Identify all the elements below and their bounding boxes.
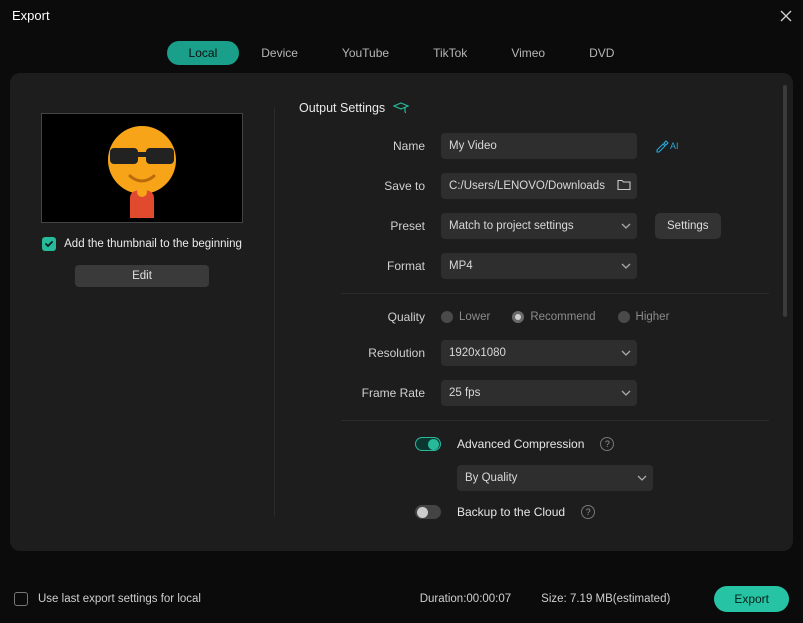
framerate-select[interactable]: 25 fps bbox=[441, 380, 637, 406]
quality-recommend-label: Recommend bbox=[530, 311, 595, 323]
quality-higher-label: Higher bbox=[636, 311, 670, 323]
advanced-compression-label: Advanced Compression bbox=[457, 437, 584, 451]
divider bbox=[341, 293, 769, 294]
preset-select[interactable]: Match to project settings bbox=[441, 213, 637, 239]
thumbnail-preview[interactable] bbox=[41, 113, 243, 223]
ai-label: AI bbox=[670, 141, 679, 151]
format-label: Format bbox=[299, 259, 441, 273]
thumbnail-checkbox-label: Add the thumbnail to the beginning bbox=[64, 238, 242, 250]
edit-thumbnail-button[interactable]: Edit bbox=[75, 265, 209, 287]
saveto-label: Save to bbox=[299, 179, 441, 193]
advanced-compression-toggle[interactable] bbox=[415, 437, 441, 451]
use-last-settings-label: Use last export settings for local bbox=[38, 593, 201, 605]
close-icon[interactable] bbox=[779, 9, 793, 23]
ai-rename-icon[interactable]: AI bbox=[655, 139, 679, 153]
folder-icon[interactable] bbox=[617, 179, 631, 194]
quality-lower-label: Lower bbox=[459, 311, 490, 323]
name-label: Name bbox=[299, 139, 441, 153]
output-settings-title: Output Settings bbox=[299, 101, 385, 115]
quality-label: Quality bbox=[299, 310, 441, 324]
tab-device[interactable]: Device bbox=[239, 41, 320, 65]
saveto-value: C:/Users/LENOVO/Downloads bbox=[449, 180, 609, 192]
chevron-down-icon bbox=[621, 387, 631, 399]
preset-settings-button[interactable]: Settings bbox=[655, 213, 721, 239]
backup-cloud-toggle[interactable] bbox=[415, 505, 441, 519]
resolution-value: 1920x1080 bbox=[449, 347, 506, 359]
format-select[interactable]: MP4 bbox=[441, 253, 637, 279]
export-panel: Add the thumbnail to the beginning Edit … bbox=[10, 73, 793, 551]
backup-cloud-label: Backup to the Cloud bbox=[457, 505, 565, 519]
tab-tiktok[interactable]: TikTok bbox=[411, 41, 489, 65]
quality-recommend-radio[interactable]: Recommend bbox=[512, 311, 595, 323]
thumbnail-checkbox[interactable] bbox=[42, 237, 56, 251]
preset-label: Preset bbox=[299, 219, 441, 233]
framerate-value: 25 fps bbox=[449, 387, 480, 399]
name-value: My Video bbox=[449, 140, 497, 152]
chevron-down-icon bbox=[621, 220, 631, 232]
saveto-input[interactable]: C:/Users/LENOVO/Downloads bbox=[441, 173, 637, 199]
size-text: Size: 7.19 MB(estimated) bbox=[541, 593, 670, 605]
framerate-label: Frame Rate bbox=[299, 386, 441, 400]
use-last-settings-checkbox[interactable] bbox=[14, 592, 28, 606]
quality-lower-radio[interactable]: Lower bbox=[441, 311, 490, 323]
export-button[interactable]: Export bbox=[714, 586, 789, 612]
scrollbar[interactable] bbox=[783, 85, 787, 317]
tab-local[interactable]: Local bbox=[167, 41, 240, 65]
resolution-label: Resolution bbox=[299, 346, 441, 360]
export-tabs: Local Device YouTube TikTok Vimeo DVD bbox=[0, 41, 803, 65]
divider bbox=[341, 420, 769, 421]
graduation-cap-icon[interactable] bbox=[393, 102, 409, 114]
chevron-down-icon bbox=[621, 260, 631, 272]
duration-text: Duration:00:00:07 bbox=[420, 593, 511, 605]
footer: Use last export settings for local Durat… bbox=[0, 575, 803, 623]
compression-mode-select[interactable]: By Quality bbox=[457, 465, 653, 491]
compression-mode-value: By Quality bbox=[465, 472, 517, 484]
chevron-down-icon bbox=[637, 472, 647, 484]
chevron-down-icon bbox=[621, 347, 631, 359]
resolution-select[interactable]: 1920x1080 bbox=[441, 340, 637, 366]
preset-value: Match to project settings bbox=[449, 220, 574, 232]
quality-higher-radio[interactable]: Higher bbox=[618, 311, 670, 323]
help-icon[interactable]: ? bbox=[581, 505, 595, 519]
tab-vimeo[interactable]: Vimeo bbox=[489, 41, 567, 65]
help-icon[interactable]: ? bbox=[600, 437, 614, 451]
tab-dvd[interactable]: DVD bbox=[567, 41, 636, 65]
format-value: MP4 bbox=[449, 260, 473, 272]
window-title: Export bbox=[12, 8, 50, 23]
name-input[interactable]: My Video bbox=[441, 133, 637, 159]
tab-youtube[interactable]: YouTube bbox=[320, 41, 411, 65]
